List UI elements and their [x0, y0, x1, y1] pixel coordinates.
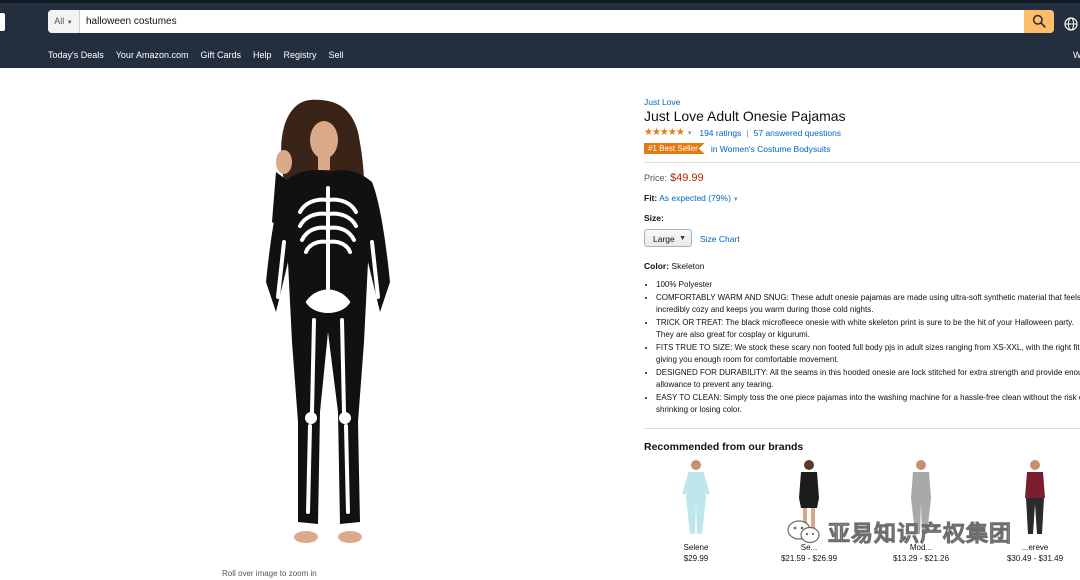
- search-button[interactable]: [1024, 10, 1054, 33]
- best-seller-badge: #1 Best Seller: [644, 143, 705, 154]
- product-image[interactable]: [248, 92, 408, 562]
- search-icon: [1032, 14, 1046, 28]
- answered-questions-link[interactable]: 57 answered questions: [754, 128, 841, 138]
- top-accent-strip: [0, 0, 1080, 3]
- size-selected-value: Large: [653, 234, 675, 244]
- nav-links: Today's Deals Your Amazon.com Gift Cards…: [48, 50, 344, 60]
- recommended-product-price: $29.99: [683, 554, 709, 563]
- recommended-product-image[interactable]: [1015, 458, 1055, 536]
- watermark-text: 亚易知识产权集团: [828, 522, 1013, 548]
- nav-link-truncated[interactable]: W: [1073, 50, 1080, 60]
- ratings-count-link[interactable]: 194 ratings: [699, 128, 741, 138]
- fit-label: Fit:: [644, 193, 658, 203]
- search-category-dropdown[interactable]: All ▼: [48, 10, 80, 33]
- rating-row: ★★★★★ ▾ 194 ratings | 57 answered questi…: [644, 127, 841, 138]
- search-bar: All ▼ halloween costumes: [48, 10, 1054, 33]
- price-label: Price:: [644, 173, 668, 183]
- globe-icon[interactable]: [1064, 17, 1078, 31]
- chevron-down-icon: ▼: [66, 20, 73, 26]
- nav-link-gift-cards[interactable]: Gift Cards: [200, 50, 241, 60]
- size-dropdown[interactable]: Large ▼: [644, 229, 692, 247]
- recommended-product-price: $13.29 - $21.26: [892, 554, 950, 563]
- search-input[interactable]: halloween costumes: [86, 10, 177, 33]
- best-seller-row: #1 Best Seller in Women's Costume Bodysu…: [644, 143, 830, 154]
- feature-bullet: TRICK OR TREAT: The black microfleece on…: [656, 317, 1080, 342]
- color-label: Color:: [644, 261, 670, 271]
- chevron-down-icon[interactable]: ▾: [688, 129, 692, 137]
- star-rating-icon[interactable]: ★★★★★: [644, 127, 685, 138]
- feature-bullet: FITS TRUE TO SIZE: We stock these scary …: [656, 342, 1080, 367]
- chevron-down-icon: ▼: [679, 235, 686, 242]
- color-value: Skeleton: [671, 261, 705, 271]
- recommendations-title: Recommended from our brands: [644, 441, 804, 453]
- recommended-product-price: $30.49 - $31.49: [1006, 554, 1064, 563]
- amazon-logo-fragment[interactable]: [0, 13, 5, 31]
- fit-value-link[interactable]: As expected (79%): [659, 193, 731, 203]
- separator: |: [746, 127, 749, 138]
- wechat-icon: [787, 520, 820, 544]
- price-value: $49.99: [670, 172, 704, 184]
- nav-link-sell[interactable]: Sell: [329, 50, 344, 60]
- size-chart-link[interactable]: Size Chart: [700, 234, 740, 244]
- best-seller-category-link[interactable]: in Women's Costume Bodysuits: [711, 144, 831, 154]
- size-label: Size:: [644, 213, 664, 223]
- nav-link-help[interactable]: Help: [253, 50, 272, 60]
- fit-row: Fit: As expected (79%) ▾: [644, 193, 737, 203]
- top-nav-bar: All ▼ halloween costumes Today's Deals Y…: [0, 0, 1080, 68]
- feature-bullet: EASY TO CLEAN: Simply toss the one piece…: [656, 392, 1080, 417]
- feature-bullet: COMFORTABLY WARM AND SNUG: These adult o…: [656, 292, 1080, 317]
- price-row: Price: $49.99: [644, 172, 704, 184]
- nav-link-todays-deals[interactable]: Today's Deals: [48, 50, 104, 60]
- feature-bullets: 100% Polyester COMFORTABLY WARM AND SNUG…: [644, 279, 1080, 417]
- image-zoom-caption: Roll over image to zoom in: [222, 569, 317, 578]
- recommended-product-name: Selene: [683, 543, 709, 552]
- feature-bullet: DESIGNED FOR DURABILITY: All the seams i…: [656, 367, 1080, 392]
- product-title: Just Love Adult Onesie Pajamas: [644, 108, 846, 124]
- nav-link-your-amazon[interactable]: Your Amazon.com: [116, 50, 189, 60]
- search-category-label: All: [54, 16, 65, 26]
- divider: [644, 162, 1080, 163]
- watermark: 亚易知识产权集团: [786, 516, 1012, 548]
- nav-link-registry[interactable]: Registry: [284, 50, 317, 60]
- feature-bullet: 100% Polyester: [656, 279, 1080, 292]
- recommended-product[interactable]: Selene $29.99: [641, 458, 751, 563]
- chevron-down-icon[interactable]: ▾: [734, 196, 738, 203]
- recommended-product-price: $21.59 - $26.99: [780, 554, 838, 563]
- color-row: Color: Skeleton: [644, 261, 705, 271]
- divider: [644, 428, 1080, 429]
- brand-link[interactable]: Just Love: [644, 97, 680, 107]
- recommended-product-image[interactable]: [676, 458, 716, 536]
